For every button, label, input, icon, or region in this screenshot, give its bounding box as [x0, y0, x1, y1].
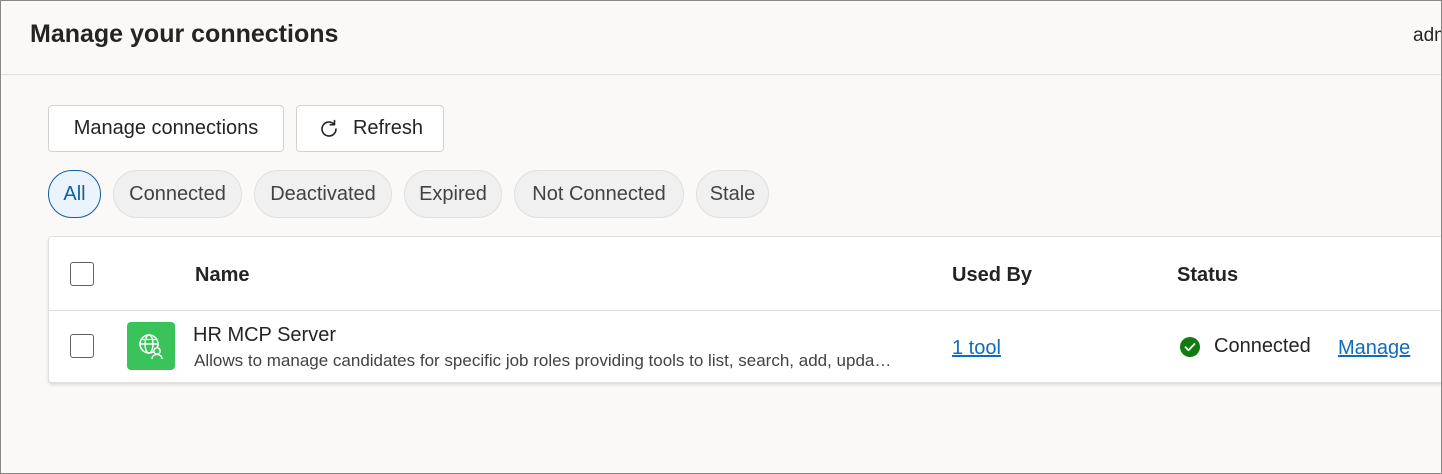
manage-connections-label: Manage connections — [73, 117, 259, 139]
filter-label: All — [63, 182, 86, 205]
filter-all[interactable]: All — [48, 170, 101, 218]
filter-stale[interactable]: Stale — [696, 170, 769, 218]
manage-link[interactable]: Manage — [1338, 337, 1410, 360]
column-header-name[interactable]: Name — [195, 264, 249, 287]
filter-expired[interactable]: Expired — [404, 170, 502, 218]
page-title: Manage your connections — [30, 20, 339, 48]
status-text: Connected — [1214, 335, 1311, 357]
row-checkbox[interactable] — [70, 334, 94, 358]
filter-label: Connected — [129, 182, 226, 205]
row-divider — [49, 310, 1441, 311]
check-circle-icon — [1180, 337, 1200, 357]
filter-deactivated[interactable]: Deactivated — [254, 170, 392, 218]
refresh-button[interactable]: Refresh — [296, 105, 444, 152]
column-header-used-by[interactable]: Used By — [952, 264, 1032, 287]
app-window: Manage your connections adm Manage conne… — [0, 0, 1442, 474]
user-label[interactable]: adm — [1413, 25, 1441, 47]
refresh-icon — [317, 117, 341, 141]
filter-connected[interactable]: Connected — [113, 170, 242, 218]
connection-name[interactable]: HR MCP Server — [193, 324, 336, 347]
page-header: Manage your connections adm — [1, 1, 1441, 75]
manage-connections-button[interactable]: Manage connections — [48, 105, 284, 152]
used-by-link[interactable]: 1 tool — [952, 337, 1001, 360]
select-all-checkbox[interactable] — [70, 262, 94, 286]
filter-label: Not Connected — [532, 182, 666, 205]
filter-label: Deactivated — [270, 182, 376, 205]
globe-person-icon — [127, 322, 175, 370]
refresh-label: Refresh — [352, 117, 424, 139]
connection-description: Allows to manage candidates for specific… — [194, 351, 892, 370]
filter-not-connected[interactable]: Not Connected — [514, 170, 684, 218]
filter-label: Stale — [709, 182, 756, 205]
column-header-status[interactable]: Status — [1177, 264, 1238, 287]
filter-label: Expired — [419, 182, 487, 205]
connections-table: Name Used By Status HR MCP Server Allows… — [48, 236, 1441, 383]
